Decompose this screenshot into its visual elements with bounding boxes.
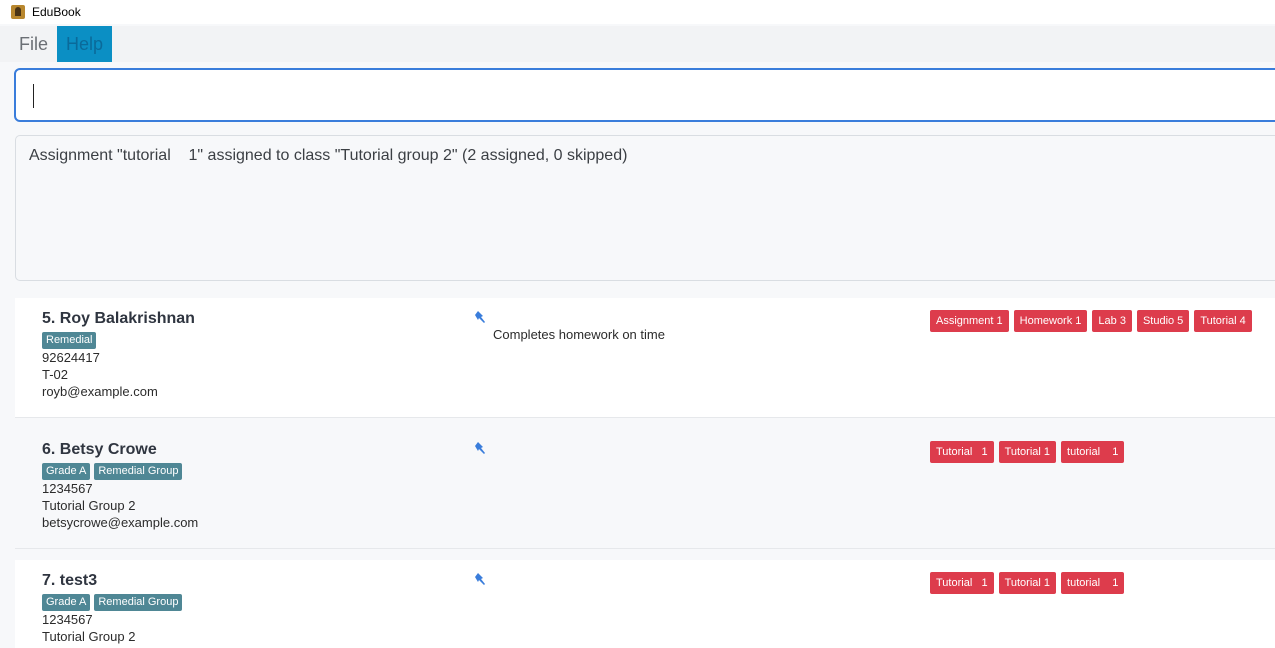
person-phone: 1234567 [42, 612, 93, 627]
assignment-list: Assignment 1 Homework 1 Lab 3 Studio 5 T… [930, 310, 1252, 332]
person-card[interactable]: 7. test3 Grade A Remedial Group 1234567 … [15, 560, 1275, 648]
pin-icon [475, 311, 485, 323]
person-tags: Grade A Remedial Group [42, 463, 183, 480]
tag-badge: Remedial Group [94, 594, 183, 611]
person-email: royb@example.com [42, 384, 158, 399]
person-list[interactable]: 5. Roy Balakrishnan Remedial 92624417 T-… [15, 298, 1275, 648]
person-tags: Remedial [42, 332, 97, 349]
person-name: 5. Roy Balakrishnan [42, 310, 195, 327]
pin-icon [475, 442, 485, 454]
person-note: Completes homework on time [493, 327, 665, 342]
assignment-badge: Tutorial 1 [998, 572, 1057, 594]
person-email: betsycrowe@example.com [42, 515, 199, 530]
assignment-badge: Tutorial 1 [930, 572, 994, 594]
assignment-badge: Lab 3 [1092, 310, 1132, 332]
assignment-badge: tutorial 1 [1061, 572, 1125, 594]
assignment-badge: Studio 5 [1136, 310, 1190, 332]
tag-badge: Remedial Group [94, 463, 183, 480]
person-phone: 92624417 [42, 350, 100, 365]
person-class: T-02 [42, 367, 69, 382]
person-class: Tutorial Group 2 [42, 629, 136, 644]
title-bar: EduBook [0, 0, 1275, 24]
pin-icon [475, 573, 485, 585]
person-name: 6. Betsy Crowe [42, 441, 157, 458]
assignment-badge: Homework 1 [1013, 310, 1088, 332]
person-card[interactable]: 6. Betsy Crowe Grade A Remedial Group 12… [15, 429, 1275, 549]
command-input[interactable] [16, 70, 1275, 120]
person-card[interactable]: 5. Roy Balakrishnan Remedial 92624417 T-… [15, 298, 1275, 418]
assignment-list: Tutorial 1 Tutorial 1 tutorial 1 [930, 572, 1125, 594]
person-tags: Grade A Remedial Group [42, 594, 183, 611]
result-display: Assignment "tutorial 1" assigned to clas… [15, 135, 1275, 281]
assignment-badge: Assignment 1 [930, 310, 1009, 332]
edubook-app-icon [11, 5, 25, 19]
assignment-badge: tutorial 1 [1061, 441, 1125, 463]
menu-bar: File Help [0, 26, 1275, 62]
assignment-badge: Tutorial 1 [930, 441, 994, 463]
tag-badge: Grade A [42, 594, 91, 611]
assignment-badge: Tutorial 1 [998, 441, 1057, 463]
person-class: Tutorial Group 2 [42, 498, 136, 513]
assignment-list: Tutorial 1 Tutorial 1 tutorial 1 [930, 441, 1125, 463]
command-box[interactable] [14, 68, 1275, 122]
menu-help[interactable]: Help [57, 26, 113, 62]
tag-badge: Remedial [42, 332, 97, 349]
tag-badge: Grade A [42, 463, 91, 480]
person-name: 7. test3 [42, 572, 98, 589]
window-title: EduBook [32, 5, 81, 19]
person-phone: 1234567 [42, 481, 93, 496]
assignment-badge: Tutorial 4 [1194, 310, 1252, 332]
menu-file[interactable]: File [10, 26, 57, 62]
